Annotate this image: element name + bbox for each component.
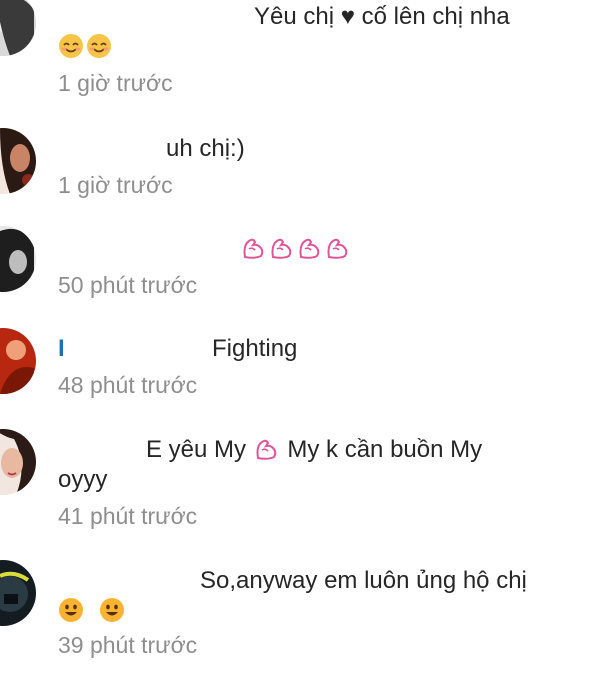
comment-text-continued: My k cần buồn My: [287, 436, 483, 463]
comment-feed: Yêu chị ♥ cố lên chị nha 1 giờ trước uh …: [0, 0, 600, 681]
happy-face-icon: [58, 597, 84, 623]
comment-body: E yêu My My k cần buồn My oyyy 41 phút t…: [58, 435, 590, 531]
comment-timestamp: 1 giờ trước: [58, 172, 173, 198]
avatar[interactable]: [0, 226, 36, 292]
avatar[interactable]: [0, 0, 36, 56]
comment-body: I Fighting 48 phút trước: [58, 334, 590, 400]
comment-body: So,anyway em luôn ủng hộ chị 39 phút trư…: [58, 566, 590, 660]
avatar[interactable]: [0, 560, 36, 626]
happy-face-icon: [99, 597, 125, 623]
comment-body: 50 phút trước: [58, 234, 590, 300]
comment-text: E yêu My: [146, 436, 247, 463]
comment-body: uh chị:) 1 giờ trước: [58, 134, 590, 200]
comment-timestamp: 41 phút trước: [58, 503, 198, 529]
flexed-biceps-icon: [324, 235, 350, 261]
avatar[interactable]: [0, 328, 36, 394]
comment-body: Yêu chị ♥ cố lên chị nha 1 giờ trước: [58, 2, 590, 98]
comment-timestamp: 1 giờ trước: [58, 70, 173, 96]
comment-timestamp: 50 phút trước: [58, 272, 198, 298]
comment-text: Fighting: [212, 335, 298, 362]
comment-text: uh chị:): [166, 135, 245, 162]
flexed-biceps-icon: [253, 436, 279, 462]
smiling-face-icon: [58, 33, 84, 59]
comment-timestamp: 48 phút trước: [58, 372, 198, 398]
flexed-biceps-icon: [268, 235, 294, 261]
flexed-biceps-icon: [240, 235, 266, 261]
smiling-face-icon: [86, 33, 112, 59]
comment-text: Yêu chị ♥ cố lên chị nha: [254, 3, 510, 30]
comment-text-line2: oyyy: [58, 466, 108, 493]
comment-text: So,anyway em luôn ủng hộ chị: [200, 567, 527, 594]
username[interactable]: I: [58, 334, 212, 364]
avatar[interactable]: [0, 429, 36, 495]
comment-timestamp: 39 phút trước: [58, 632, 198, 658]
flexed-biceps-icon: [296, 235, 322, 261]
avatar[interactable]: [0, 128, 36, 194]
